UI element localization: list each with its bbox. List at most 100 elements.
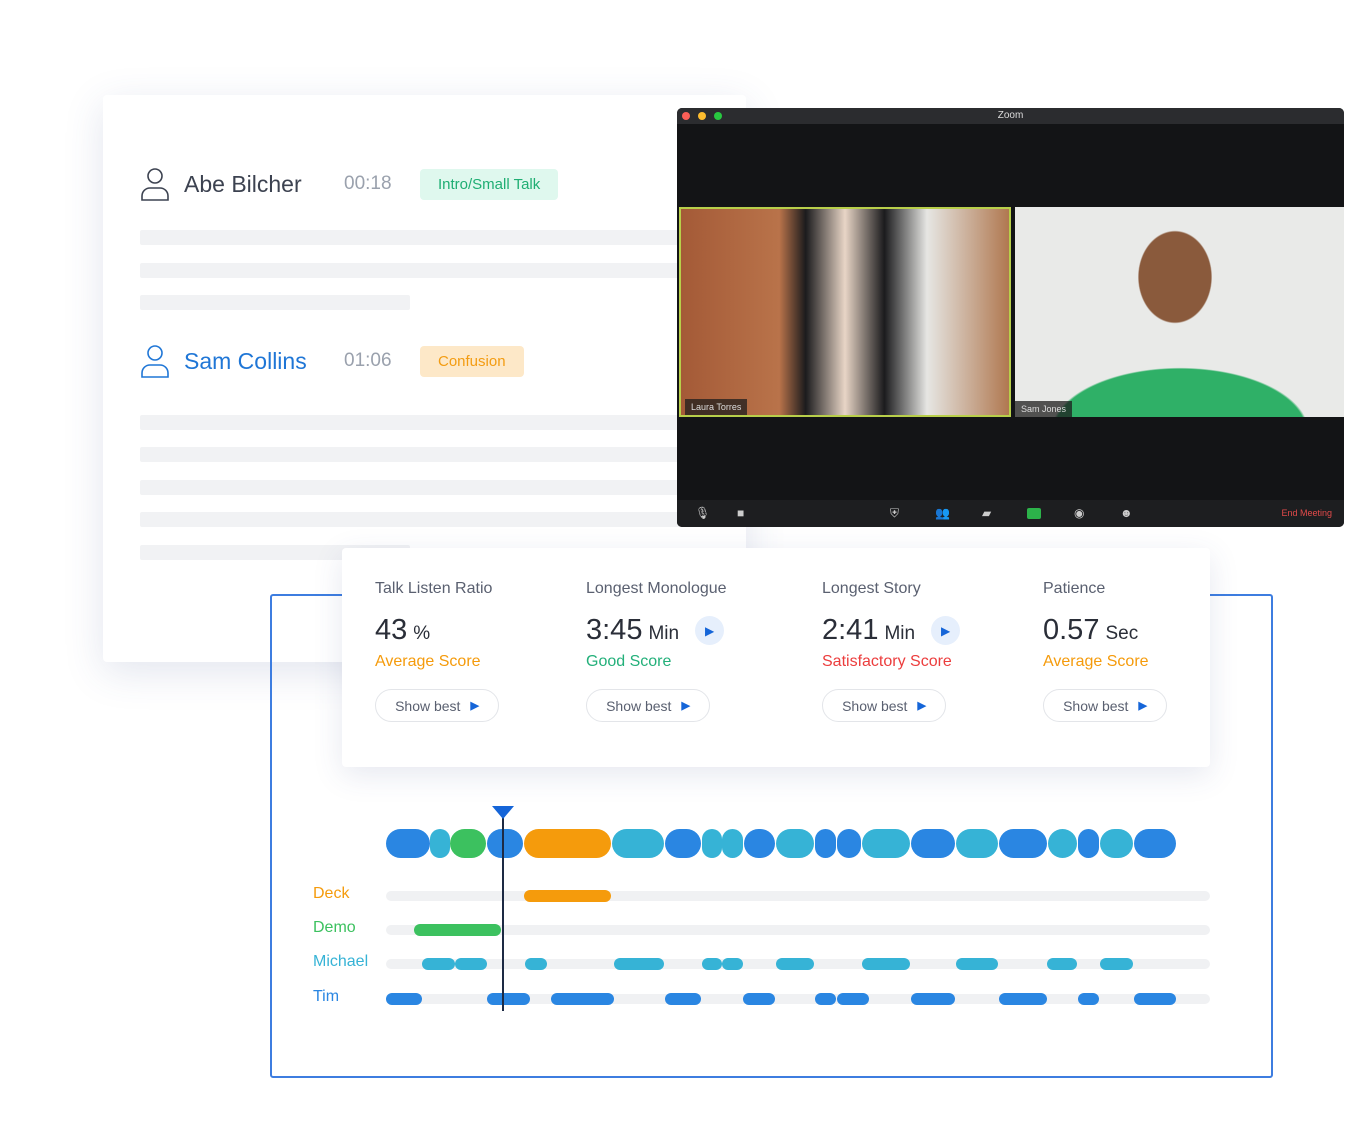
zoom-window: Zoom Laura Torres Sam Jones 🎙 ■ ⛨ 👥 ▰ ◉ … [677, 108, 1344, 527]
show-best-label: Show best [1063, 697, 1129, 714]
speaker-name: Abe Bilcher [184, 170, 302, 197]
track-segment[interactable] [776, 958, 814, 970]
show-best-button[interactable]: Show best ▶ [1043, 689, 1167, 722]
overview-segment[interactable] [450, 829, 486, 858]
metric-unit: Min [884, 623, 916, 644]
record-icon[interactable]: ◉ [1074, 506, 1084, 520]
title-bar: Zoom [677, 108, 1344, 124]
track-segment[interactable] [386, 993, 422, 1005]
overview-segment[interactable] [665, 829, 701, 858]
track-segment[interactable] [956, 958, 998, 970]
overview-segment[interactable] [776, 829, 814, 858]
overview-segment[interactable] [956, 829, 998, 858]
overview-segment[interactable] [722, 829, 743, 858]
topic-tag: Intro/Small Talk [420, 168, 559, 200]
play-icon[interactable]: ▶ [695, 616, 725, 645]
show-best-button[interactable]: Show best ▶ [375, 689, 499, 722]
topic-tag: Confusion [420, 345, 524, 377]
track-segment[interactable] [524, 890, 611, 902]
track-segment[interactable] [614, 958, 664, 970]
track-segment[interactable] [1078, 993, 1099, 1005]
track [386, 925, 1210, 935]
video-tile-laura[interactable]: Laura Torres [679, 207, 1011, 417]
metric-value: 0.57 [1043, 614, 1100, 646]
security-shield-icon[interactable]: ⛨ [890, 506, 899, 521]
track-segment[interactable] [1100, 958, 1133, 970]
overview-segment[interactable] [1078, 829, 1099, 858]
overview-segment[interactable] [999, 829, 1047, 858]
overview-segment[interactable] [702, 829, 722, 858]
track-segment[interactable] [551, 993, 614, 1005]
speaker-name: Sam Collins [184, 347, 307, 374]
video-tile-sam[interactable]: Sam Jones [1015, 207, 1344, 417]
track-segment[interactable] [911, 993, 955, 1005]
speaker-row: Abe Bilcher 00:18 Intro/Small Talk [140, 167, 559, 201]
track-segment[interactable] [665, 993, 701, 1005]
play-icon: ▶ [470, 700, 479, 712]
participants-icon[interactable]: 👥 [935, 506, 950, 520]
mic-muted-icon[interactable]: 🎙 [695, 506, 710, 520]
overview-segment[interactable] [862, 829, 910, 858]
overview-segment[interactable] [815, 829, 836, 858]
metric-3: Patience 0.57 Sec Average Score Show best… [1043, 580, 1167, 722]
track-segment[interactable] [743, 993, 775, 1005]
overview-segment[interactable] [1134, 829, 1176, 858]
user-icon [141, 168, 169, 201]
track-segment[interactable] [422, 958, 455, 970]
show-best-button[interactable]: Show best ▶ [822, 689, 946, 722]
track-segment[interactable] [455, 958, 487, 970]
play-icon: ▶ [917, 700, 926, 712]
track-segment[interactable] [722, 958, 743, 970]
track-segment[interactable] [1047, 958, 1077, 970]
track-segment[interactable] [815, 993, 836, 1005]
reactions-icon[interactable]: ☻ [1120, 506, 1133, 520]
overview-segment[interactable] [430, 829, 450, 858]
text-placeholder [140, 447, 746, 462]
overview-segment[interactable] [487, 829, 523, 858]
text-placeholder [140, 512, 746, 527]
overview-segment[interactable] [1048, 829, 1077, 858]
chat-icon[interactable]: ▰ [982, 506, 991, 520]
text-placeholder [140, 415, 746, 430]
metric-score: Average Score [1043, 653, 1149, 670]
play-icon: ▶ [681, 700, 690, 712]
track [386, 891, 1210, 901]
track-segment[interactable] [414, 924, 501, 936]
show-best-button[interactable]: Show best ▶ [586, 689, 710, 722]
track-label: Tim [313, 988, 340, 1005]
track-segment[interactable] [1134, 993, 1176, 1005]
overview-segment[interactable] [524, 829, 611, 858]
overview-segment[interactable] [911, 829, 955, 858]
playhead-handle[interactable] [492, 806, 514, 819]
overview-segment[interactable] [744, 829, 775, 858]
track-label: Michael [313, 953, 369, 970]
overview-segment[interactable] [837, 829, 861, 858]
end-meeting-button[interactable]: End Meeting [1281, 508, 1332, 518]
metric-value: 43 [375, 614, 408, 646]
track-segment[interactable] [837, 993, 869, 1005]
share-screen-icon[interactable] [1027, 508, 1041, 519]
track-segment[interactable] [999, 993, 1047, 1005]
timestamp[interactable]: 01:06 [344, 350, 420, 372]
text-placeholder [140, 230, 746, 245]
video-camera-icon[interactable]: ■ [737, 506, 744, 520]
show-best-label: Show best [606, 697, 672, 714]
track-segment[interactable] [525, 958, 547, 970]
metric-title: Talk Listen Ratio [375, 580, 493, 597]
metric-score: Good Score [586, 653, 672, 670]
track-segment[interactable] [702, 958, 722, 970]
window-title: Zoom [997, 110, 1024, 121]
track-segment[interactable] [487, 993, 530, 1005]
meeting-controls: 🎙 ■ ⛨ 👥 ▰ ◉ ☻ End Meeting [677, 500, 1344, 527]
overview-segment[interactable] [612, 829, 664, 858]
text-placeholder [140, 480, 746, 495]
timestamp[interactable]: 00:18 [344, 173, 420, 195]
playhead[interactable] [502, 812, 504, 1011]
metric-title: Longest Monologue [586, 580, 727, 597]
overview-segment[interactable] [1100, 829, 1133, 858]
participant-name: Laura Torres [685, 399, 748, 415]
metric-0: Talk Listen Ratio 43% Average Score Show… [375, 580, 499, 722]
play-icon[interactable]: ▶ [931, 616, 961, 645]
overview-segment[interactable] [386, 829, 430, 858]
track-segment[interactable] [862, 958, 910, 970]
